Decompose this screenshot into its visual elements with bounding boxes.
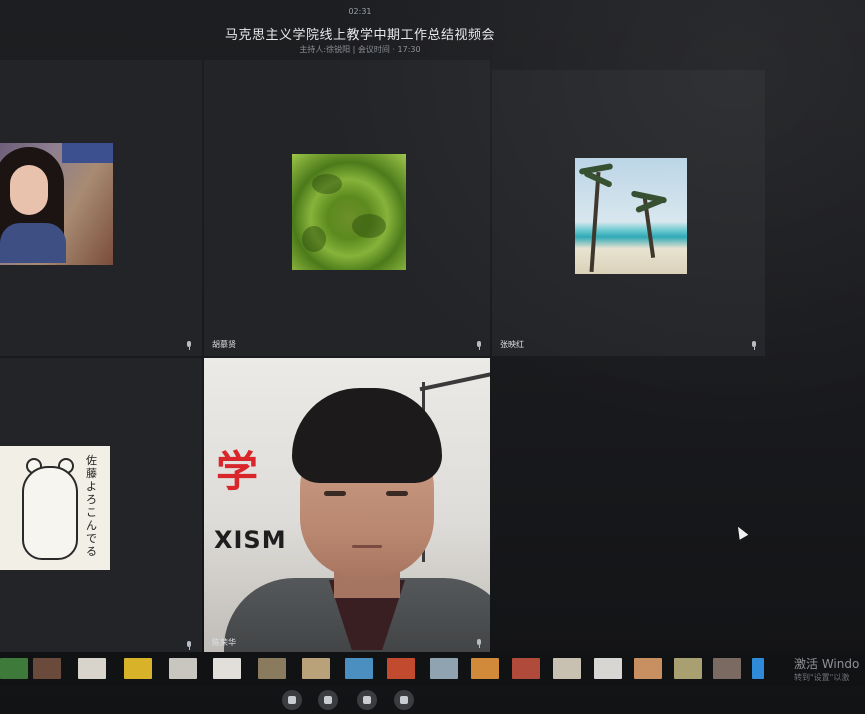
avatar-face — [10, 165, 48, 215]
leaf-pattern — [352, 214, 386, 238]
meeting-window: 02:31 马克思主义学院线上教学中期工作总结视频会 主持人:徐锐阳 | 会议时… — [0, 0, 865, 714]
mouse-cursor-icon — [733, 524, 749, 540]
participant-name: 胡慕贤 — [212, 340, 236, 349]
thumbnail-item[interactable] — [674, 658, 702, 679]
participant-name: 陈荣华 — [212, 638, 236, 647]
thumbnail-item[interactable] — [302, 658, 330, 679]
participant-tile-3[interactable]: 张映红 — [492, 70, 765, 356]
thumbnail-item[interactable] — [213, 658, 241, 679]
wall-sign-text-en: XISM — [214, 526, 287, 554]
thumbnail-item[interactable] — [258, 658, 286, 679]
thumbnail-item[interactable] — [345, 658, 373, 679]
thumbnail-item[interactable] — [33, 658, 61, 679]
folder-button[interactable] — [318, 690, 338, 710]
participant-tile-1[interactable] — [0, 60, 202, 356]
thumbnail-item[interactable] — [78, 658, 106, 679]
mic-icon — [476, 639, 482, 648]
background-stall — [62, 143, 113, 163]
thumbnail-item[interactable] — [594, 658, 622, 679]
avatar-caption: 佐藤よろこんでる — [86, 454, 97, 558]
windows-activation-hint: 转到"设置"以激 — [794, 673, 850, 682]
thumbnail-item[interactable] — [169, 658, 197, 679]
mic-icon — [186, 641, 192, 650]
thumbnail-item[interactable] — [553, 658, 581, 679]
mic-icon — [476, 341, 482, 350]
leaf-pattern — [302, 226, 326, 252]
avatar-shirt — [0, 223, 66, 263]
person-eye — [324, 491, 346, 496]
thumbnail-item[interactable] — [512, 658, 540, 679]
participant-avatar — [292, 154, 406, 270]
meeting-subtitle: 主持人:徐锐阳 | 会议时间 · 17:30 — [299, 45, 421, 54]
participant-thumbnail-strip — [0, 652, 865, 686]
wall-sign-text: 学 — [216, 447, 259, 496]
thumbnail-item[interactable] — [124, 658, 152, 679]
meeting-timer: 02:31 — [348, 7, 372, 16]
participant-name: 张映红 — [500, 340, 524, 349]
participant-avatar — [0, 143, 113, 265]
leaf-pattern — [312, 174, 342, 194]
thumbnail-item[interactable] — [634, 658, 662, 679]
participant-tile-4[interactable]: 佐藤よろこんでる — [0, 358, 202, 656]
meeting-title: 马克思主义学院线上教学中期工作总结视频会 — [224, 28, 495, 43]
more-button[interactable] — [394, 690, 414, 710]
participant-tile-5-active-video[interactable]: 学 XISM 陈荣华 — [204, 358, 490, 654]
person-mouth — [352, 545, 382, 548]
mic-icon — [751, 341, 757, 350]
thumbnail-item[interactable] — [471, 658, 499, 679]
thumbnail-item[interactable] — [752, 658, 764, 679]
palm-trunk — [589, 171, 601, 273]
person-eye — [386, 491, 408, 496]
meeting-controls — [0, 690, 865, 714]
participant-avatar — [575, 158, 687, 274]
thumbnail-item[interactable] — [430, 658, 458, 679]
participant-tile-2[interactable]: 胡慕贤 — [204, 60, 490, 356]
thumbnail-item[interactable] — [0, 658, 28, 679]
bear-drawing — [22, 466, 78, 560]
screen-share-button[interactable] — [282, 690, 302, 710]
thumbnail-item[interactable] — [713, 658, 741, 679]
participants-button[interactable] — [357, 690, 377, 710]
mic-icon — [186, 341, 192, 350]
participant-avatar: 佐藤よろこんでる — [0, 446, 110, 570]
thumbnail-item[interactable] — [387, 658, 415, 679]
windows-activation-watermark: 激活 Windo — [794, 657, 860, 671]
